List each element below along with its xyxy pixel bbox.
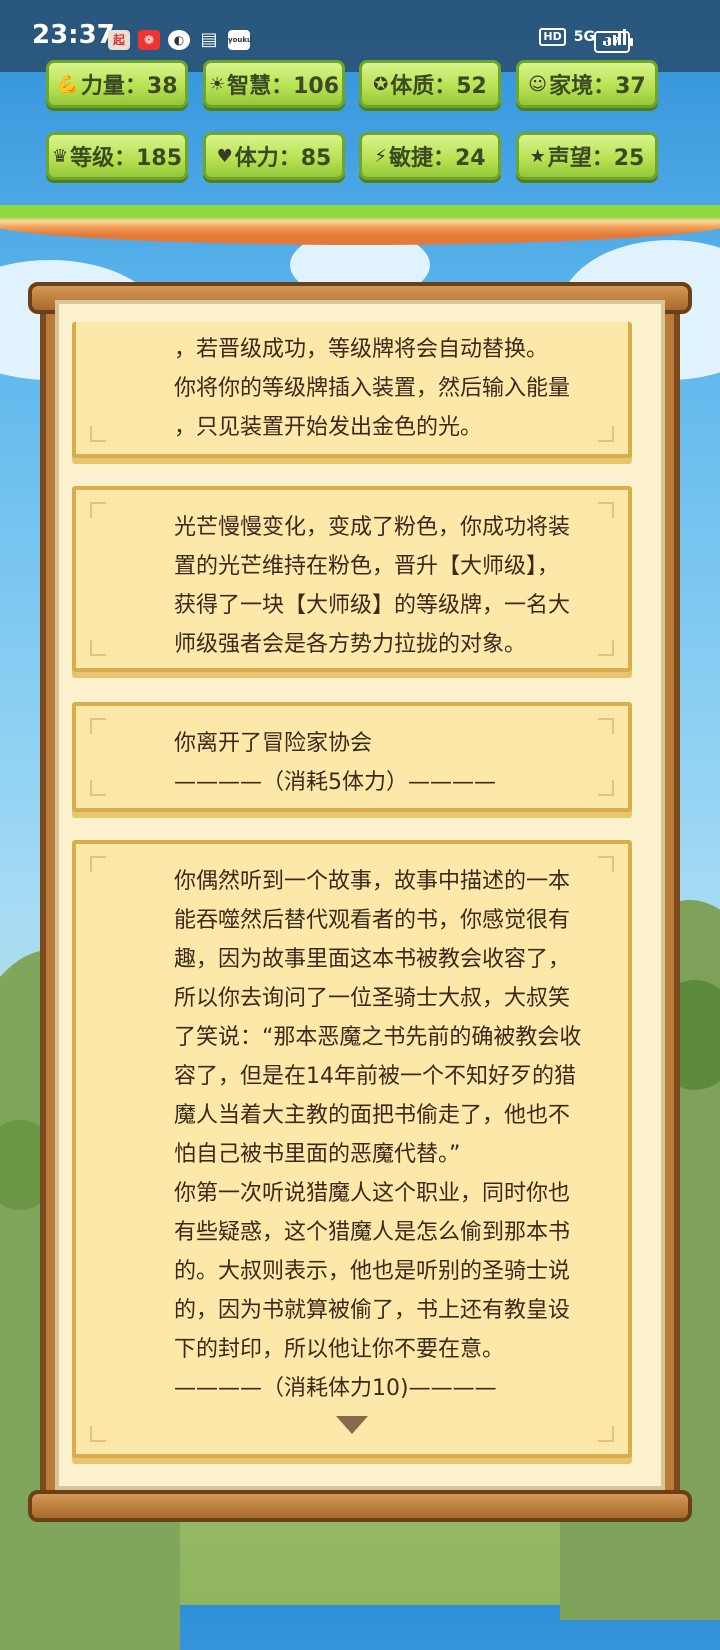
story-line: 有些疑惑，这个猎魔人是怎么偷到那本书 [174, 1220, 571, 1245]
story-line: 能吞噬然后替代观看者的书，你感觉很有 [174, 908, 571, 933]
stat-level: ♛ 等级：185 [46, 132, 188, 180]
story-line: ，只见装置开始发出金色的光。 [174, 415, 483, 440]
youku-app-icon: youku [228, 30, 252, 50]
book-app-icon: ▤ [200, 29, 218, 50]
crown-icon: ♛ [51, 145, 69, 167]
red-app-icon: ❁ [138, 30, 160, 50]
stat-label: 声望：25 [547, 146, 645, 171]
story-line: 你离开了冒险家协会 [174, 731, 373, 756]
lightning-icon: ⚡ [374, 145, 387, 167]
story-line: 你偶然听到一个故事，故事中描述的一本 [174, 869, 571, 894]
stat-label: 体力：85 [234, 146, 332, 171]
scroll-rod-bottom [28, 1490, 692, 1522]
stat-label: 敏捷：24 [389, 146, 486, 171]
stat-reputation: ★ 声望：25 [516, 132, 658, 180]
continue-arrow-icon[interactable] [336, 1416, 368, 1434]
stat-constitution: ✪ 体质：52 [359, 60, 501, 108]
stat-wisdom: ☀ 智慧：106 [203, 60, 345, 108]
stat-strength: 💪 力量：38 [46, 60, 188, 108]
wavy-divider [0, 205, 720, 245]
stat-label: 体质：52 [390, 74, 487, 99]
star-icon: ★ [529, 145, 546, 167]
story-line: 获得了一块【大师级】的等级牌，一名大 [174, 593, 571, 618]
story-line: 容了，但是在14年前被一个不知好歹的猎 [174, 1064, 576, 1089]
speed-app-icon: ◐ [168, 30, 190, 50]
story-line: 魔人当着大主教的面把书偷走了，他也不 [174, 1103, 571, 1128]
hd-icon: HD [539, 28, 566, 46]
stat-label: 力量：38 [80, 74, 178, 99]
story-line: 下的封印，所以他让你不要在意。 [174, 1337, 505, 1362]
story-line: 所以你去询问了一位圣骑士大叔，大叔笑 [174, 986, 571, 1011]
stat-family: ☺ 家境：37 [516, 60, 658, 108]
story-cost-line: ————（消耗体力10)———— [174, 1376, 497, 1401]
story-line: 光芒慢慢变化，变成了粉色，你成功将装 [174, 515, 571, 540]
story-card: 你偶然听到一个故事，故事中描述的一本 能吞噬然后替代观看者的书，你感觉很有 趣，… [72, 840, 632, 1458]
family-icon: ☺ [528, 73, 548, 95]
story-line: 的。大叔则表示，他也是听别的圣骑士说 [174, 1259, 571, 1284]
story-line: 你将你的等级牌插入装置，然后输入能量 [174, 376, 571, 401]
stat-agility: ⚡ 敏捷：24 [359, 132, 501, 180]
shield-icon: ✪ [373, 73, 389, 95]
story-line: 趣，因为故事里面这本书被教会收容了， [174, 947, 571, 972]
story-card: ，若晋级成功，等级牌将会自动替换。 你将你的等级牌插入装置，然后输入能量 ，只见… [72, 322, 632, 458]
story-line: 师级强者会是各方势力拉拢的对象。 [174, 632, 527, 657]
sun-icon: ☀ [208, 73, 226, 95]
stat-label: 等级：185 [70, 146, 183, 171]
story-line: ，若晋级成功，等级牌将会自动替换。 [174, 337, 549, 362]
heart-icon: ♥ [216, 145, 233, 167]
story-line: 了笑说：“那本恶魔之书先前的确被教会收 [174, 1025, 582, 1050]
stat-stamina: ♥ 体力：85 [203, 132, 345, 180]
story-line: 你第一次听说猎魔人这个职业，同时你也 [174, 1181, 571, 1206]
qidian-app-icon: 起 [108, 30, 130, 50]
status-time: 23:37 [32, 20, 115, 50]
stat-label: 家境：37 [549, 74, 646, 99]
stat-label: 智慧：106 [227, 74, 340, 99]
story-cost-line: ————（消耗5体力）———— [174, 770, 496, 795]
muscle-icon: 💪 [56, 73, 79, 95]
notification-icons: 起 ❁ ◐ ▤ youku [108, 29, 252, 50]
story-card: 光芒慢慢变化，变成了粉色，你成功将装 置的光芒维持在粉色，晋升【大师级】， 获得… [72, 486, 632, 672]
battery-icon: 37 [594, 31, 633, 53]
story-line: 怕自己被书里面的恶魔代替。” [174, 1142, 461, 1167]
story-card: 你离开了冒险家协会 ————（消耗5体力）———— [72, 702, 632, 812]
story-line: 置的光芒维持在粉色，晋升【大师级】， [174, 554, 560, 579]
story-line: 的，因为书就算被偷了，书上还有教皇设 [174, 1298, 571, 1323]
network-label: 5G [573, 29, 595, 45]
